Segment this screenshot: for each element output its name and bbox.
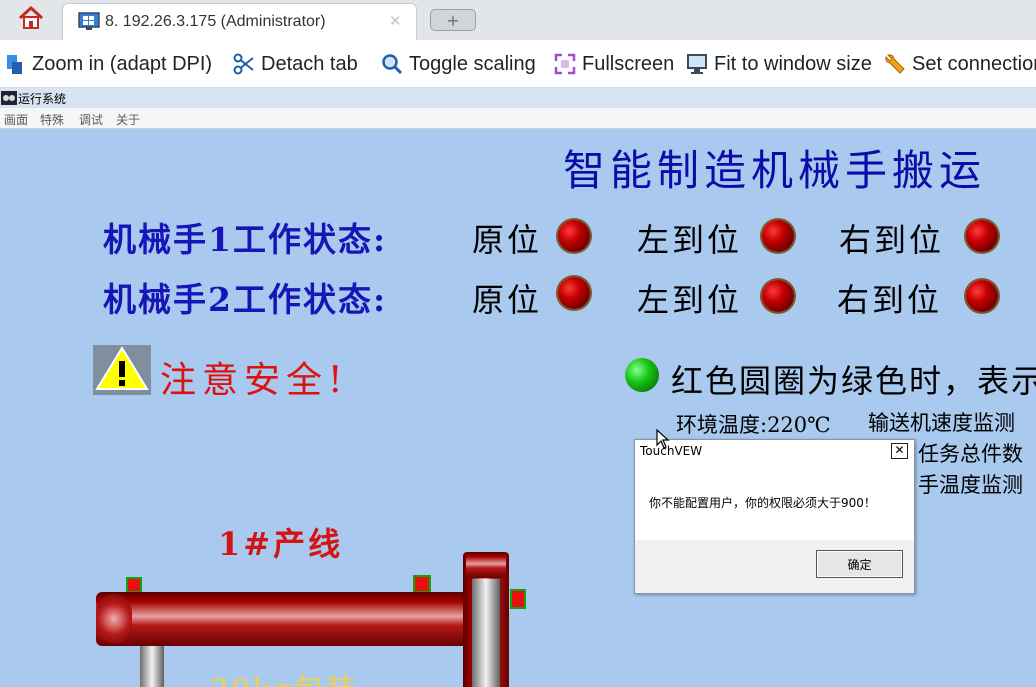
legend-green-lamp [625,358,659,392]
monitor-icon [78,12,100,36]
warning-triangle-icon [95,345,149,395]
conveyor-speed-label: 输送机速度监测 [868,411,1015,435]
robot2-right-lamp [966,280,998,312]
tab-close-icon[interactable]: ✕ [389,12,402,30]
fit-window-label: Fit to window size [714,52,872,75]
set-connection-label: Set connection [912,52,1036,75]
robot2-left-lamp [762,280,794,312]
warning-sign [93,345,151,395]
fit-window-button[interactable]: Fit to window size [686,52,872,76]
fullscreen-icon [554,53,576,75]
robot2-right-label: 右到位 [837,281,943,319]
new-tab-button[interactable]: + [430,9,476,31]
screen-title: 智能制造机械手搬运 [563,146,987,195]
runtime-menubar: 画面 特殊 调试 关于 [0,108,1036,129]
legend-note-text: 红色圆圈为绿色时，表示 [671,362,1036,400]
zoom-dpi-icon [4,53,26,75]
robot2-home-label: 原位 [472,281,543,319]
remote-session-tab[interactable]: 8. 192.26.3.175 (Administrator) ✕ [62,3,417,40]
plus-icon: + [446,10,460,30]
toggle-scaling-button[interactable]: Toggle scaling [381,52,536,76]
robot1-right-lamp [966,220,998,252]
remote-toolbar: Zoom in (adapt DPI) Detach tab Toggle sc… [0,40,1036,88]
fit-window-icon [686,53,708,75]
robot2-home-lamp [558,277,590,309]
fullscreen-label: Fullscreen [582,52,675,75]
menu-item-special[interactable]: 特殊 [40,111,64,128]
fullscreen-button[interactable]: Fullscreen [554,52,674,76]
home-icon [18,5,44,34]
permission-error-dialog: TouchVEW ✕ 你不能配置用户，你的权限必须大于900！ 确定 [634,439,915,594]
robot1-left-label: 左到位 [637,221,743,259]
dialog-titlebar: TouchVEW ✕ [635,440,914,463]
menu-item-about[interactable]: 关于 [116,111,140,128]
zoom-in-button[interactable]: Zoom in (adapt DPI) [4,52,212,76]
menu-item-debug[interactable]: 调试 [79,111,103,128]
package-capacity-label: 20kg包装 [210,665,358,687]
dialog-close-button[interactable]: ✕ [891,443,908,459]
home-button[interactable] [6,4,56,36]
column-cap [466,552,506,578]
toggle-scaling-label: Toggle scaling [409,52,536,75]
robot1-home-label: 原位 [472,221,543,259]
scissors-icon [233,53,255,75]
dialog-title: TouchVEW [640,444,703,458]
dialog-body: 你不能配置用户，你的权限必须大于900！ [635,463,914,540]
menu-item-screen[interactable]: 画面 [4,111,28,128]
runtime-titlebar: 运行系统 [0,88,1036,108]
robot-arm-inner-column [472,579,500,687]
set-connection-button[interactable]: Set connection [884,52,1036,76]
detach-tab-label: Detach tab [261,52,358,75]
robot1-right-label: 右到位 [839,221,945,259]
tab-title: 8. 192.26.3.175 (Administrator) [105,13,326,30]
safety-warning-text: 注意安全! [160,360,349,401]
mouse-pointer-icon [656,428,670,453]
browser-tab-strip: 8. 192.26.3.175 (Administrator) ✕ + [0,0,1036,40]
dialog-ok-button[interactable]: 确定 [816,550,903,578]
production-line-1-label: 1#产线 [218,525,344,563]
hand-temperature-label: 手温度监测 [918,473,1023,497]
sensor-middle [413,575,431,593]
task-total-label: 任务总件数 [918,442,1023,466]
wrench-icon [884,53,906,75]
sensor-right [510,589,526,609]
robot1-left-lamp [762,220,794,252]
robot2-left-label: 左到位 [637,281,743,319]
runtime-title: 运行系统 [18,92,67,106]
robot1-home-lamp [558,220,590,252]
dialog-message: 你不能配置用户，你的权限必须大于900！ [649,496,876,510]
runtime-app-icon [1,91,17,108]
detach-tab-button[interactable]: Detach tab [233,52,358,76]
ok-label: 确定 [847,557,872,572]
zoom-in-label: Zoom in (adapt DPI) [32,52,213,75]
robot2-status-label: 机械手2工作状态: [103,280,388,319]
environment-temperature: 环境温度:220℃ [676,413,831,437]
close-icon: ✕ [894,443,905,457]
robot-arm-beam [96,592,468,646]
magnifier-icon [381,53,403,75]
beam-end-cap [96,594,132,644]
robot1-status-label: 机械手1工作状态: [103,220,388,259]
support-column-left [140,644,164,687]
scada-screen: 智能制造机械手搬运 机械手1工作状态: 原位 左到位 右到位 机械手2工作状态:… [0,129,1036,687]
sensor-left [126,577,142,593]
